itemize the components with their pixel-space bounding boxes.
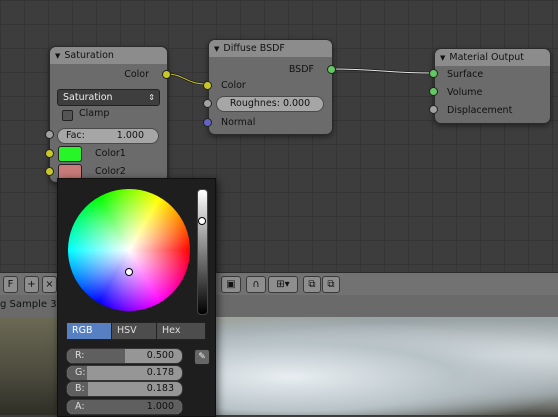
roughness-value: Roughnes: 0.000	[229, 98, 311, 109]
volume-input-socket[interactable]	[429, 87, 438, 96]
color-picker-popup[interactable]: RGB HSV Hex R: 0.500 ✎ G: 0.178 B: 0.183…	[57, 178, 216, 417]
collapse-triangle-icon[interactable]: ▼	[440, 54, 445, 62]
diffuse-node-header[interactable]: ▼ Diffuse BSDF	[209, 40, 332, 57]
color1-input-socket[interactable]	[45, 149, 54, 158]
eyedropper-icon[interactable]: ✎	[194, 349, 210, 365]
color2-input-socket[interactable]	[45, 167, 54, 176]
color-wheel-cursor[interactable]	[125, 268, 133, 276]
diffuse-node-title: Diffuse BSDF	[223, 43, 285, 54]
surface-label: Surface	[447, 69, 484, 80]
bsdf-output-label: BSDF	[288, 64, 314, 75]
tab-hex[interactable]: Hex	[156, 322, 206, 340]
f-button[interactable]: F	[3, 276, 18, 293]
displacement-input-socket[interactable]	[429, 105, 438, 114]
saturation-mode-value: Saturation	[63, 92, 113, 103]
snap-grid-icon[interactable]: ⊞▾	[268, 276, 298, 293]
volume-label: Volume	[447, 87, 483, 98]
r-field[interactable]: R: 0.500	[66, 348, 183, 364]
saturation-color-output-socket[interactable]	[162, 70, 171, 79]
b-label: B:	[75, 383, 85, 394]
a-label: A:	[75, 401, 85, 412]
copy-icon[interactable]: ⧉	[303, 276, 321, 293]
saturation-node[interactable]: ▼ Saturation Color Saturation ⇕ Clamp Fac…	[49, 46, 168, 183]
paste-icon[interactable]: ⧉	[322, 276, 340, 293]
close-icon[interactable]: ×	[42, 276, 57, 293]
clamp-checkbox[interactable]	[62, 110, 73, 121]
photo-left-edge	[0, 317, 60, 415]
material-output-node-header[interactable]: ▼ Material Output	[435, 49, 550, 66]
output-color-label: Color	[124, 69, 149, 80]
tab-rgb[interactable]: RGB	[66, 322, 116, 340]
diffuse-color-input-socket[interactable]	[203, 81, 212, 90]
displacement-label: Displacement	[447, 105, 513, 116]
value-slider-handle[interactable]	[198, 217, 206, 225]
b-field[interactable]: B: 0.183	[66, 381, 183, 397]
b-value: 0.183	[146, 383, 174, 394]
g-label: G:	[75, 367, 86, 378]
diffuse-color-label: Color	[221, 80, 246, 91]
image-name-label: g Sample 3.	[0, 299, 60, 310]
tab-hsv[interactable]: HSV	[111, 322, 161, 340]
r-label: R:	[75, 350, 85, 361]
saturation-mode-dropdown[interactable]: Saturation ⇕	[57, 89, 160, 106]
color1-label: Color1	[95, 148, 126, 159]
g-field[interactable]: G: 0.178	[66, 365, 183, 381]
bsdf-output-socket[interactable]	[327, 65, 336, 74]
g-value: 0.178	[146, 367, 174, 378]
fac-field[interactable]: Fac: 1.000	[57, 128, 159, 144]
updown-arrows-icon: ⇕	[148, 93, 155, 102]
fac-label: Fac:	[66, 130, 85, 141]
r-value: 0.500	[146, 350, 174, 361]
magnet-icon[interactable]: ∩	[246, 276, 266, 293]
normal-label: Normal	[221, 117, 256, 128]
color-wheel[interactable]	[68, 189, 190, 311]
surface-input-socket[interactable]	[429, 69, 438, 78]
render-icon[interactable]: ▣	[221, 276, 241, 293]
color2-label: Color2	[95, 166, 126, 177]
collapse-triangle-icon[interactable]: ▼	[214, 45, 219, 53]
color1-swatch[interactable]	[58, 146, 82, 162]
diffuse-bsdf-node[interactable]: ▼ Diffuse BSDF BSDF Color Roughnes: 0.000…	[208, 39, 333, 135]
value-slider[interactable]	[197, 189, 208, 315]
saturation-node-title: Saturation	[64, 50, 114, 61]
roughness-field[interactable]: Roughnes: 0.000	[216, 96, 324, 112]
roughness-input-socket[interactable]	[203, 99, 212, 108]
fac-input-socket[interactable]	[45, 130, 54, 139]
add-icon[interactable]: +	[24, 276, 39, 293]
material-output-title: Material Output	[449, 52, 525, 63]
a-value: 1.000	[146, 401, 174, 412]
clamp-label: Clamp	[79, 108, 110, 119]
fac-value: 1.000	[116, 130, 144, 141]
collapse-triangle-icon[interactable]: ▼	[55, 52, 60, 60]
material-output-node[interactable]: ▼ Material Output Surface Volume Displace…	[434, 48, 551, 124]
a-field[interactable]: A: 1.000	[66, 399, 183, 415]
saturation-node-header[interactable]: ▼ Saturation	[50, 47, 167, 64]
normal-input-socket[interactable]	[203, 118, 212, 127]
